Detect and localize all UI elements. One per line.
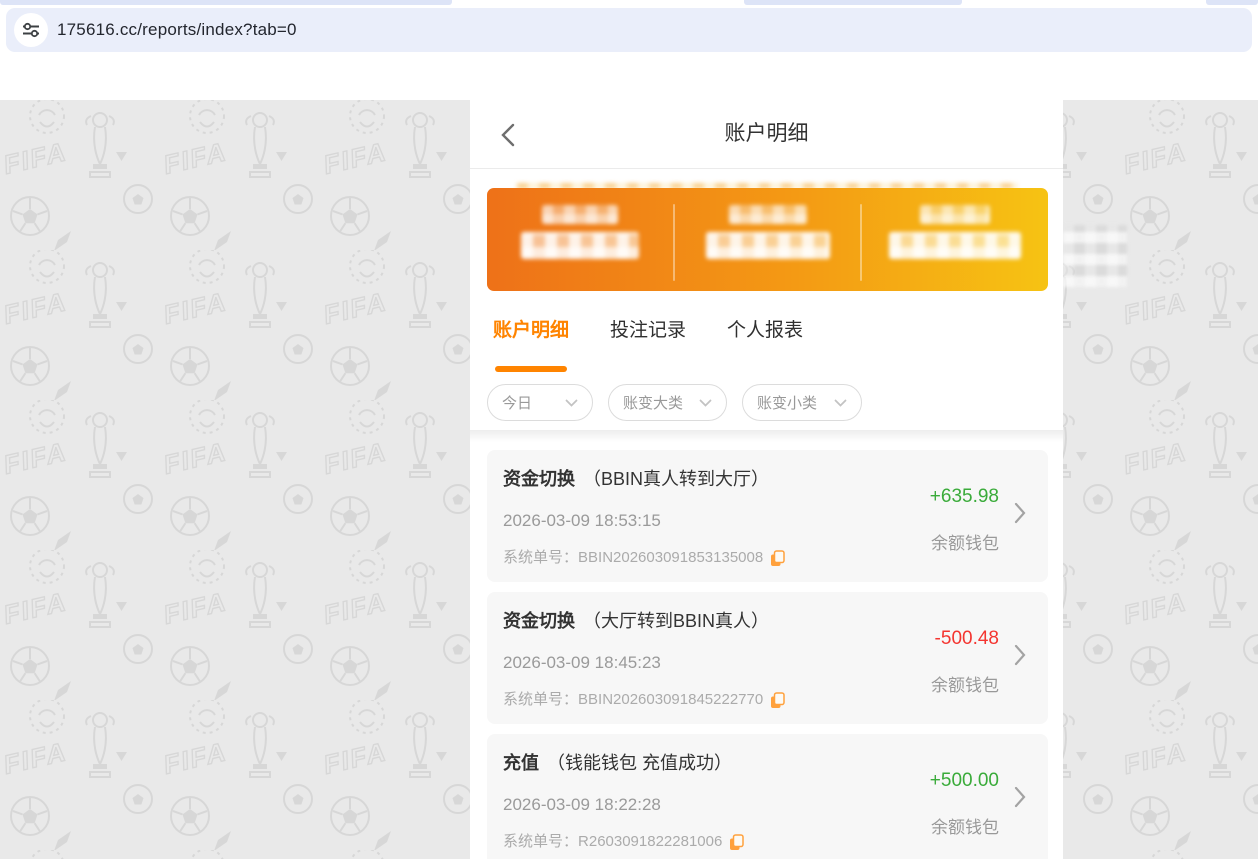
- chevron-down-icon: [834, 399, 847, 407]
- chevron-right-icon[interactable]: [1014, 786, 1026, 808]
- page-title: 账户明细: [470, 100, 1063, 168]
- site-settings-button[interactable]: [14, 13, 48, 47]
- browser-tab-sliver[interactable]: [1206, 0, 1258, 5]
- transaction-detail: （大厅转到BBIN真人）: [583, 611, 769, 631]
- chevron-right-icon[interactable]: [1014, 644, 1026, 666]
- blurred-label: [920, 205, 990, 224]
- filter-label: 账变小类: [757, 392, 817, 413]
- order-label: 系统单号：: [503, 691, 578, 709]
- transaction-amount: +500.00: [930, 770, 999, 792]
- filter-row: 今日 账变大类 账变小类: [470, 384, 1063, 421]
- order-label: 系统单号：: [503, 549, 578, 567]
- copy-icon: [770, 692, 785, 709]
- blurred-label: [729, 205, 807, 224]
- balance-column: [862, 188, 1048, 291]
- copy-button[interactable]: [729, 834, 744, 851]
- order-number: R2603091822281006: [578, 833, 722, 851]
- transaction-amount: +635.98: [930, 486, 999, 508]
- blurred-value: [889, 232, 1021, 259]
- filter-major-category-dropdown[interactable]: 账变大类: [608, 384, 727, 421]
- filter-minor-category-dropdown[interactable]: 账变小类: [742, 384, 862, 421]
- chevron-down-icon: [699, 399, 712, 407]
- balance-summary-card[interactable]: [487, 188, 1048, 291]
- browser-tab-sliver[interactable]: [0, 0, 452, 5]
- transaction-card[interactable]: 资金切换（大厅转到BBIN真人） 2026-03-09 18:45:23 系统单…: [487, 592, 1048, 724]
- transaction-type: 资金切换: [503, 469, 575, 489]
- blurred-value: [706, 232, 830, 259]
- filter-label: 今日: [502, 392, 532, 413]
- page-top-whitespace: [0, 52, 1258, 100]
- tab-bar: 账户明细 投注记录 个人报表: [470, 318, 1063, 384]
- transaction-scroll-area[interactable]: 资金切换（BBIN真人转到大厅） 2026-03-09 18:53:15 系统单…: [470, 430, 1063, 859]
- address-bar[interactable]: 175616.cc/reports/index?tab=0: [6, 8, 1252, 52]
- transaction-type: 资金切换: [503, 611, 575, 631]
- blurred-label: [542, 205, 618, 224]
- copy-icon: [729, 834, 744, 851]
- order-number: BBIN202603091853135008: [578, 549, 763, 567]
- transaction-card[interactable]: 资金切换（BBIN真人转到大厅） 2026-03-09 18:53:15 系统单…: [487, 450, 1048, 582]
- filter-date-dropdown[interactable]: 今日: [487, 384, 593, 421]
- url-text[interactable]: 175616.cc/reports/index?tab=0: [57, 20, 297, 40]
- app-panel: 账户明细: [470, 100, 1063, 859]
- transaction-type: 充值: [503, 753, 539, 773]
- tab-personal-report[interactable]: 个人报表: [727, 318, 803, 344]
- chevron-left-icon: [500, 123, 515, 147]
- transaction-list: 资金切换（BBIN真人转到大厅） 2026-03-09 18:53:15 系统单…: [470, 430, 1063, 859]
- browser-tabstrip: [0, 0, 1258, 6]
- mosaic-blur-spill: [1063, 225, 1127, 287]
- chevron-down-icon: [565, 399, 578, 407]
- browser-window: 175616.cc/reports/index?tab=0: [0, 0, 1258, 859]
- copy-button[interactable]: [770, 550, 785, 567]
- tune-sliders-icon: [22, 22, 40, 38]
- transaction-card[interactable]: 充值（钱能钱包 充值成功） 2026-03-09 18:22:28 系统单号：R…: [487, 734, 1048, 859]
- tab-account-details[interactable]: 账户明细: [493, 318, 569, 344]
- transaction-wallet: 余额钱包: [930, 813, 999, 838]
- transaction-detail: （钱能钱包 充值成功）: [547, 753, 732, 773]
- chevron-right-icon[interactable]: [1014, 502, 1026, 524]
- transaction-detail: （BBIN真人转到大厅）: [583, 469, 769, 489]
- blurred-value: [521, 232, 639, 259]
- panel-header: 账户明细: [470, 100, 1063, 169]
- filter-label: 账变大类: [623, 392, 683, 413]
- copy-icon: [770, 550, 785, 567]
- order-number: BBIN202603091845222770: [578, 691, 763, 709]
- browser-tab-sliver[interactable]: [744, 0, 962, 5]
- balance-column: [675, 188, 861, 291]
- balance-column: [487, 188, 673, 291]
- back-button[interactable]: [500, 123, 518, 147]
- balance-card-wrap: [487, 188, 1048, 291]
- transaction-wallet: 余额钱包: [930, 529, 999, 554]
- transaction-amount: -500.48: [931, 628, 999, 650]
- tab-bet-records[interactable]: 投注记录: [610, 318, 686, 344]
- transaction-wallet: 余额钱包: [931, 671, 999, 696]
- order-label: 系统单号：: [503, 833, 578, 851]
- copy-button[interactable]: [770, 692, 785, 709]
